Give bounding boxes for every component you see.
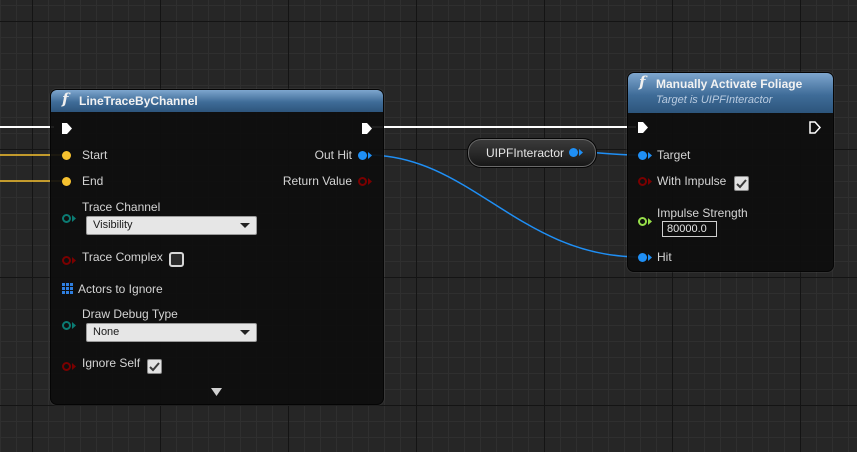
impulse-strength-value: 80000.0 <box>667 223 707 235</box>
ignore-self-pin[interactable] <box>62 362 71 371</box>
trace-channel-pin[interactable] <box>62 214 71 223</box>
with-impulse-pin[interactable] <box>638 177 647 186</box>
ignore-self-arrow-icon <box>72 363 76 370</box>
uipf-interactor-label: UIPFInteractor <box>486 146 565 160</box>
trace-complex-checkbox[interactable] <box>169 252 184 267</box>
actors-to-ignore-label: Actors to Ignore <box>78 282 163 296</box>
hit-arrow-icon <box>648 254 652 261</box>
with-impulse-label: With Impulse <box>657 174 727 188</box>
line-trace-header[interactable]: f LineTraceByChannel <box>51 90 383 112</box>
checkmark-icon <box>736 179 747 189</box>
chevron-down-icon <box>240 330 250 335</box>
return-value-label: Return Value <box>282 174 352 188</box>
end-label: End <box>82 174 104 188</box>
trace-channel-value: Visibility <box>93 219 133 231</box>
draw-debug-type-value: None <box>93 326 120 338</box>
start-label: Start <box>82 148 108 162</box>
hit-label: Hit <box>657 250 672 264</box>
trace-channel-dropdown[interactable]: Visibility <box>86 216 257 235</box>
function-icon: f <box>62 90 69 108</box>
end-pin[interactable] <box>62 177 71 186</box>
with-impulse-arrow-icon <box>648 178 652 185</box>
chevron-down-icon <box>240 223 250 228</box>
exec-in-pin[interactable] <box>637 121 649 134</box>
exec-in-pin[interactable] <box>61 122 73 135</box>
foliage-subtitle: Target is UIPFInteractor <box>656 94 773 106</box>
trace-complex-label: Trace Complex <box>82 250 163 264</box>
trace-channel-arrow-icon <box>72 215 76 222</box>
foliage-title: Manually Activate Foliage <box>656 77 803 91</box>
hit-pin[interactable] <box>638 253 647 262</box>
uipf-interactor-arrow-icon <box>579 149 583 156</box>
trace-channel-label: Trace Channel <box>82 200 161 214</box>
with-impulse-checkbox[interactable] <box>734 176 749 191</box>
manually-activate-foliage-node[interactable]: f Manually Activate Foliage Target is UI… <box>627 72 834 272</box>
draw-debug-type-label: Draw Debug Type <box>82 307 178 321</box>
checkmark-icon <box>149 362 160 372</box>
uipf-interactor-variable-node[interactable]: UIPFInteractor <box>467 138 597 168</box>
ignore-self-label: Ignore Self <box>82 356 141 370</box>
expand-advanced-icon[interactable] <box>211 388 222 396</box>
impulse-strength-label: Impulse Strength <box>657 206 748 220</box>
trace-complex-pin[interactable] <box>62 256 71 265</box>
impulse-strength-arrow-icon <box>648 218 652 225</box>
uipf-interactor-pin[interactable] <box>569 148 578 157</box>
ignore-self-checkbox[interactable] <box>147 359 162 374</box>
function-icon: f <box>639 73 646 91</box>
target-label: Target <box>657 148 691 162</box>
draw-debug-arrow-icon <box>72 322 76 329</box>
return-value-pin[interactable] <box>358 177 367 186</box>
out-hit-arrow-icon <box>368 152 372 159</box>
draw-debug-type-pin[interactable] <box>62 321 71 330</box>
impulse-strength-input[interactable]: 80000.0 <box>662 221 717 237</box>
draw-debug-type-dropdown[interactable]: None <box>86 323 257 342</box>
target-arrow-icon <box>648 152 652 159</box>
foliage-header[interactable]: f Manually Activate Foliage Target is UI… <box>628 73 833 113</box>
out-hit-label: Out Hit <box>314 148 352 162</box>
trace-complex-arrow-icon <box>72 257 76 264</box>
return-value-arrow-icon <box>368 178 372 185</box>
line-trace-title: LineTraceByChannel <box>79 94 198 108</box>
array-grid-icon[interactable] <box>62 283 73 294</box>
impulse-strength-pin[interactable] <box>638 217 647 226</box>
line-trace-node[interactable]: f LineTraceByChannel Start End Out Hit R… <box>50 89 384 405</box>
outhit-to-hit-wire <box>367 154 641 258</box>
start-pin[interactable] <box>62 151 71 160</box>
exec-out-pin[interactable] <box>809 121 821 134</box>
exec-out-pin[interactable] <box>361 122 373 135</box>
target-pin[interactable] <box>638 151 647 160</box>
out-hit-pin[interactable] <box>358 151 367 160</box>
